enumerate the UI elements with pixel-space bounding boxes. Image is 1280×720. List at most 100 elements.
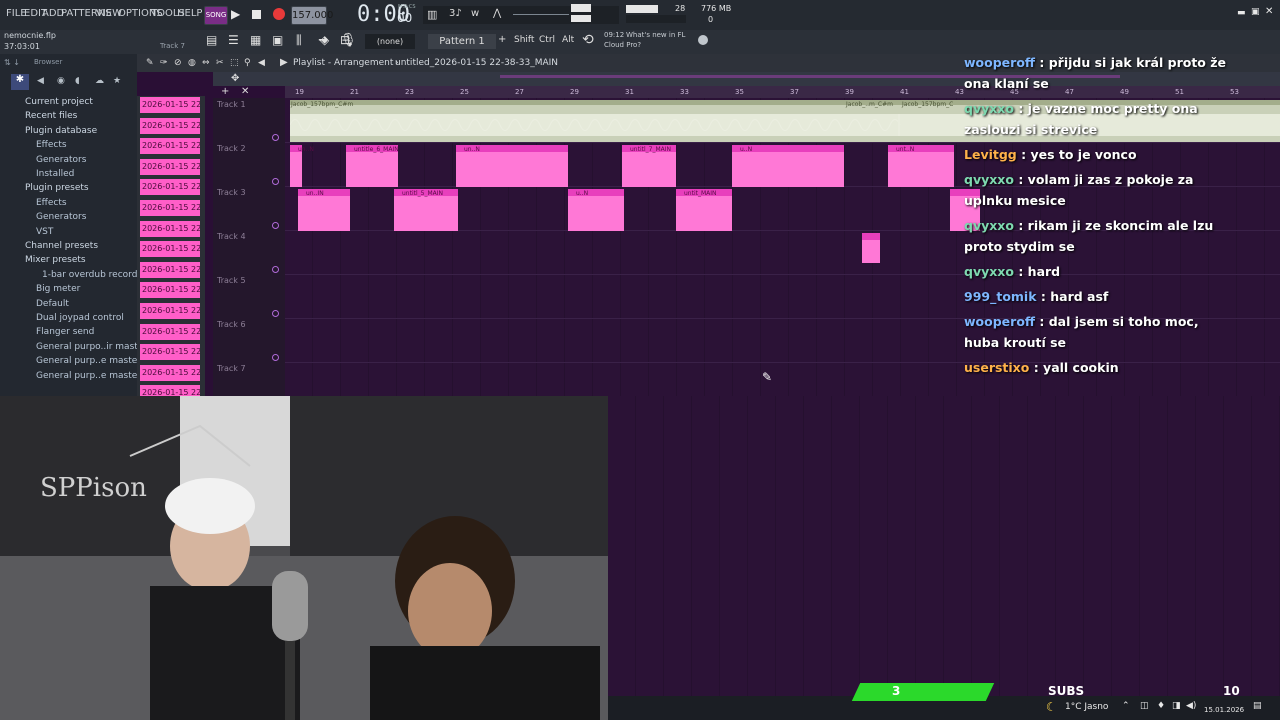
playlist-grid-lower[interactable] — [608, 396, 1280, 696]
maximize-icon[interactable]: ▣ — [1251, 7, 1260, 17]
news-icon[interactable]: ⟲ — [582, 32, 594, 48]
playlist-icon[interactable]: ▤ — [206, 33, 217, 47]
online-icon[interactable] — [698, 35, 708, 45]
tray-volume-icon[interactable]: ◀) — [1186, 701, 1196, 711]
browser-item[interactable]: Flanger send — [36, 327, 94, 337]
chat-username[interactable]: qvyxxo — [964, 172, 1014, 187]
pattern-selector[interactable]: Pattern 1 — [428, 34, 496, 49]
track-label[interactable]: Track 1 — [217, 100, 246, 109]
browser-item[interactable]: Default — [36, 299, 69, 309]
browser-plugins-tab-icon[interactable]: ◀ — [37, 76, 44, 86]
snap-magnet-icon[interactable]: ✥ — [231, 73, 239, 84]
pattern-item[interactable]: 2026-01-15 22- — [140, 241, 200, 258]
chat-username[interactable]: 999_tomik — [964, 289, 1037, 304]
browser-item[interactable]: 1-bar overdub recording — [42, 270, 151, 280]
slip-tool-icon[interactable]: ⇔ — [202, 58, 210, 68]
piano-roll-icon[interactable]: ▦ — [250, 33, 261, 47]
track-mute-dot[interactable] — [272, 266, 279, 273]
browser-item[interactable]: Big meter — [36, 284, 80, 294]
news-line2[interactable]: Cloud Pro? — [604, 41, 641, 49]
browser-samples-tab-icon[interactable]: ◉ — [57, 76, 65, 86]
track-label[interactable]: Track 3 — [217, 188, 246, 197]
browser-cloud-tab-icon[interactable]: ☁ — [95, 76, 104, 86]
mute-tool-icon[interactable]: ◍ — [188, 58, 196, 68]
track-label[interactable]: Track 6 — [217, 320, 246, 329]
track-mute-dot[interactable] — [272, 222, 279, 229]
tray-up-icon[interactable]: ⌃ — [1122, 701, 1130, 711]
pattern-item[interactable]: 2026-01-15 22- — [140, 117, 200, 134]
play-icon[interactable]: ▶ — [231, 7, 240, 21]
notification-icon[interactable]: ▤ — [1253, 701, 1262, 711]
taskbar-date[interactable]: 15.01.2026 — [1204, 706, 1244, 714]
paint-tool-icon[interactable]: ✑ — [160, 58, 168, 68]
playback-tool-icon[interactable]: ◀ — [258, 58, 265, 68]
chat-username[interactable]: wooperoff — [964, 55, 1035, 70]
chat-username[interactable]: wooperoff — [964, 314, 1035, 329]
pattern-item[interactable]: 2026-01-15 22- — [140, 97, 200, 113]
track4-clip[interactable] — [862, 233, 880, 263]
track-mute-dot[interactable] — [272, 178, 279, 185]
pattern-item[interactable]: 2026-01-15 22- — [140, 282, 200, 299]
menu-help[interactable]: HELP — [177, 8, 202, 19]
add-pattern-icon[interactable]: + — [498, 34, 508, 49]
pattern-item[interactable]: 2026-01-15 22- — [140, 303, 200, 319]
piano-icon[interactable]: ▥ — [427, 8, 437, 21]
track-mute-dot[interactable] — [272, 310, 279, 317]
remove-track-icon[interactable]: ✕ — [241, 86, 249, 97]
pattern-item[interactable]: 2026-01-15 22- — [140, 323, 200, 340]
browser-all-tab-icon[interactable]: ✱ — [11, 74, 29, 90]
pattern-item[interactable]: 2026-01-15 22- — [140, 138, 200, 155]
browser-item[interactable]: Installed — [36, 169, 74, 179]
pattern-item[interactable]: 2026-01-15 22- — [140, 261, 200, 278]
pat-song-toggle[interactable]: SONG — [204, 6, 228, 25]
playlist-menu-arrow-icon[interactable]: ▶ — [280, 57, 288, 68]
next-arrow-icon[interactable]: ➜ — [318, 33, 329, 48]
browser-star-tab-icon[interactable]: ★ — [113, 76, 121, 86]
typing-keyboard-icon[interactable]: 3♪ — [449, 8, 462, 19]
browser-nav-icon[interactable]: ⇅ ↓ — [4, 58, 20, 67]
browser-item[interactable]: Mixer presets — [25, 255, 86, 265]
browser-item[interactable]: Generators — [36, 155, 86, 165]
slice-tool-icon[interactable]: ✂ — [216, 58, 224, 68]
mixer-icon[interactable]: ⫼ — [296, 33, 302, 48]
browser-item[interactable]: Generators — [36, 212, 86, 222]
close-icon[interactable]: ✕ — [1265, 6, 1273, 17]
browser-item[interactable]: Recent files — [25, 111, 77, 121]
draw-tool-icon[interactable]: ✎ — [146, 58, 154, 68]
chat-username[interactable]: qvyxxo — [964, 101, 1014, 116]
add-track-icon[interactable]: + — [221, 86, 229, 97]
stop-icon[interactable] — [252, 10, 261, 19]
chat-username[interactable]: qvyxxo — [964, 218, 1014, 233]
weather-text[interactable]: 1°C Jasno — [1065, 702, 1108, 712]
zoom-tool-icon[interactable]: ⚲ — [244, 58, 251, 68]
browser-item[interactable]: Plugin presets — [25, 183, 89, 193]
pattern-item[interactable]: 2026-01-15 22- — [140, 220, 200, 237]
select-tool-icon[interactable]: ⬚ — [230, 58, 239, 68]
browser-item[interactable]: VST — [36, 227, 53, 237]
browser-clips-tab-icon[interactable]: ◖ — [75, 76, 80, 86]
pattern-item[interactable]: 2026-01-15 22- — [140, 364, 200, 381]
alt-key-button[interactable]: Alt — [562, 35, 574, 45]
browser-item[interactable]: Effects — [36, 198, 67, 208]
snap-select[interactable]: (none) — [365, 34, 415, 49]
track-mute-dot[interactable] — [272, 354, 279, 361]
track-label[interactable]: Track 5 — [217, 276, 246, 285]
track-mute-dot[interactable] — [272, 134, 279, 141]
tray-mic-icon[interactable]: ♦ — [1157, 701, 1165, 711]
pattern-item[interactable]: 2026-01-15 22- — [140, 200, 200, 216]
track-label[interactable]: Track 7 — [217, 364, 246, 373]
track-label[interactable]: Track 4 — [217, 232, 246, 241]
chat-username[interactable]: Levitgg — [964, 147, 1017, 162]
metronome-icon[interactable]: ⋀ — [493, 8, 501, 19]
browser-icon[interactable]: ▣ — [272, 33, 283, 47]
browser-item[interactable]: Current project — [25, 97, 93, 107]
shift-key-button[interactable]: Shift — [514, 35, 534, 45]
record-icon[interactable] — [273, 8, 285, 20]
browser-item[interactable]: Channel presets — [25, 241, 98, 251]
minimize-icon[interactable]: ▬ — [1237, 8, 1246, 18]
channel-rack-icon[interactable]: ☰ — [228, 33, 239, 47]
pattern-item[interactable]: 2026-01-15 22- — [140, 158, 200, 175]
pattern-item[interactable]: 2026-01-15 22- — [140, 344, 200, 361]
chat-username[interactable]: qvyxxo — [964, 264, 1014, 279]
wait-icon[interactable]: w — [471, 8, 479, 19]
